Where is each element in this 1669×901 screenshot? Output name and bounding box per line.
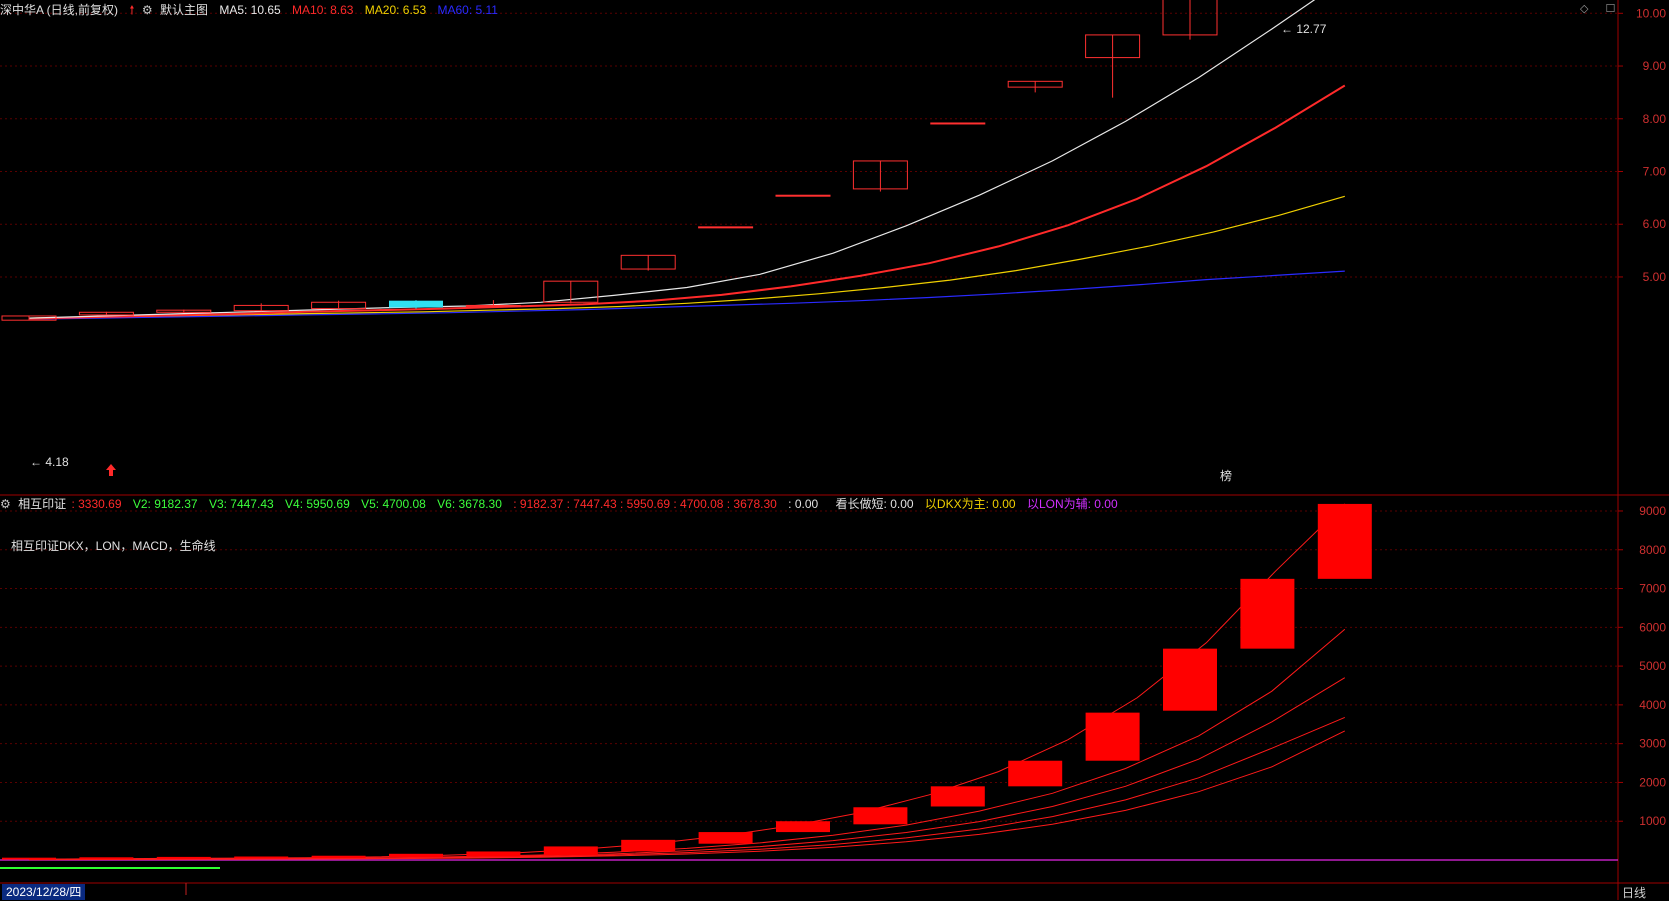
board-tag: 榜 bbox=[1220, 468, 1232, 483]
indicator-lon: 以LON为辅: 0.00 bbox=[1026, 497, 1118, 511]
indicator-box bbox=[1317, 503, 1372, 579]
price-tick-label: 10.00 bbox=[1636, 6, 1666, 20]
indicator-box bbox=[156, 856, 211, 859]
candle-body bbox=[465, 304, 521, 307]
indicator-box bbox=[698, 832, 753, 844]
indicator-box bbox=[930, 786, 985, 807]
main-chart-header: 深中华A (日线,前复权) 🠕 ⚙ 默认主图 MA5: 10.65 MA10: … bbox=[0, 0, 506, 20]
indicator-v3: V3: 7447.43 bbox=[208, 497, 274, 511]
ma5-line bbox=[28, 0, 1316, 319]
indicator-box bbox=[79, 857, 134, 860]
date-label: 2023/12/28/四 bbox=[2, 884, 86, 900]
buy-arrow-icon bbox=[106, 464, 116, 476]
indicator-tick-label: 3000 bbox=[1639, 737, 1666, 751]
price-tick-label: 8.00 bbox=[1643, 112, 1667, 126]
indicator-box bbox=[776, 821, 830, 833]
indicator-box bbox=[1085, 712, 1140, 761]
gear-icon[interactable]: ⚙ bbox=[0, 497, 11, 511]
indicator-box bbox=[1163, 648, 1217, 711]
chart-canvas[interactable]: 12.0011.0010.009.008.007.006.005.0011.50… bbox=[0, 0, 1669, 900]
indicator-box bbox=[543, 846, 598, 856]
indicator-v-label: : 3330.69 bbox=[71, 497, 122, 511]
indicator-kanchang: 看长做短: 0.00 bbox=[835, 497, 914, 511]
indicator-tick-label: 4000 bbox=[1639, 698, 1666, 712]
indicator-v2: V2: 9182.37 bbox=[132, 497, 198, 511]
indicator-description: 相互印证DKX，LON，MACD，生命线 bbox=[11, 539, 216, 553]
indicator-tick-label: 7000 bbox=[1639, 582, 1666, 596]
indicator-dkx: 以DKX为主: 0.00 bbox=[924, 497, 1016, 511]
indicator-v5: V5: 4700.08 bbox=[361, 497, 426, 511]
price-tick-label: 7.00 bbox=[1643, 164, 1667, 178]
indicator-tick-label: 2000 bbox=[1639, 775, 1666, 789]
indicator-v4: V4: 5950.69 bbox=[285, 497, 350, 511]
ma10-value: MA10: 8.63 bbox=[292, 3, 354, 17]
ma20-line bbox=[28, 195, 1345, 319]
price-tick-label: 9.00 bbox=[1643, 59, 1667, 73]
indicator-zero: : 0.00 bbox=[788, 497, 819, 511]
indicator-box bbox=[311, 855, 366, 859]
indicator-box bbox=[234, 856, 289, 859]
period-label[interactable]: 日线 bbox=[1622, 884, 1646, 901]
ma5-value: MA5: 10.65 bbox=[219, 3, 281, 17]
indicator-values: : 9182.37 : 7447.43 : 5950.69 : 4700.08 … bbox=[513, 497, 777, 511]
indicator-v6: V6: 3678.30 bbox=[437, 497, 502, 511]
ma20-value: MA20: 6.53 bbox=[364, 3, 427, 17]
candle-body bbox=[775, 194, 831, 197]
indicator-tick-label: 9000 bbox=[1639, 504, 1666, 518]
indicator-name[interactable]: 相互印证 bbox=[18, 497, 66, 511]
indicator-tick-label: 6000 bbox=[1639, 620, 1666, 634]
indicator-header: ⚙ 相互印证 : 3330.69 V2: 9182.37 V3: 7447.43… bbox=[0, 494, 1126, 514]
indicator-line-v5 bbox=[28, 716, 1345, 861]
indicator-tick-label: 8000 bbox=[1639, 543, 1666, 557]
price-tick-label: 5.00 bbox=[1643, 270, 1667, 284]
indicator-tick-label: 5000 bbox=[1639, 659, 1666, 673]
indicator-box bbox=[621, 839, 676, 852]
up-arrow-icon: 🠕 bbox=[129, 3, 135, 17]
diamond-icon[interactable]: ◇ bbox=[1580, 3, 1588, 15]
indicator-tick-label: 1000 bbox=[1639, 814, 1666, 828]
gear-icon[interactable]: ⚙ bbox=[142, 3, 153, 17]
indicator-box bbox=[1008, 760, 1063, 787]
candle-body bbox=[389, 300, 443, 308]
candle-body bbox=[698, 226, 754, 229]
indicator-box bbox=[853, 807, 908, 825]
ma60-value: MA60: 5.11 bbox=[437, 3, 498, 17]
candle-body bbox=[930, 122, 986, 125]
indicator-box bbox=[466, 851, 521, 857]
price-tick-label: 6.00 bbox=[1643, 217, 1667, 231]
indicator-line-v2 bbox=[28, 503, 1346, 860]
chart-toolbar: ◇ ☐ bbox=[1580, 2, 1629, 15]
high-annotation: ← 12.77 bbox=[1281, 22, 1327, 36]
low-annotation: ← 4.18 bbox=[30, 455, 69, 469]
square-icon[interactable]: ☐ bbox=[1606, 3, 1616, 15]
indicator-box bbox=[1240, 578, 1295, 649]
indicator-box bbox=[2, 857, 56, 860]
template-name[interactable]: 默认主图 bbox=[160, 3, 208, 17]
indicator-box bbox=[389, 853, 443, 858]
stock-name[interactable]: 深中华A (日线,前复权) bbox=[0, 3, 118, 17]
indicator-line-v3 bbox=[28, 628, 1346, 860]
